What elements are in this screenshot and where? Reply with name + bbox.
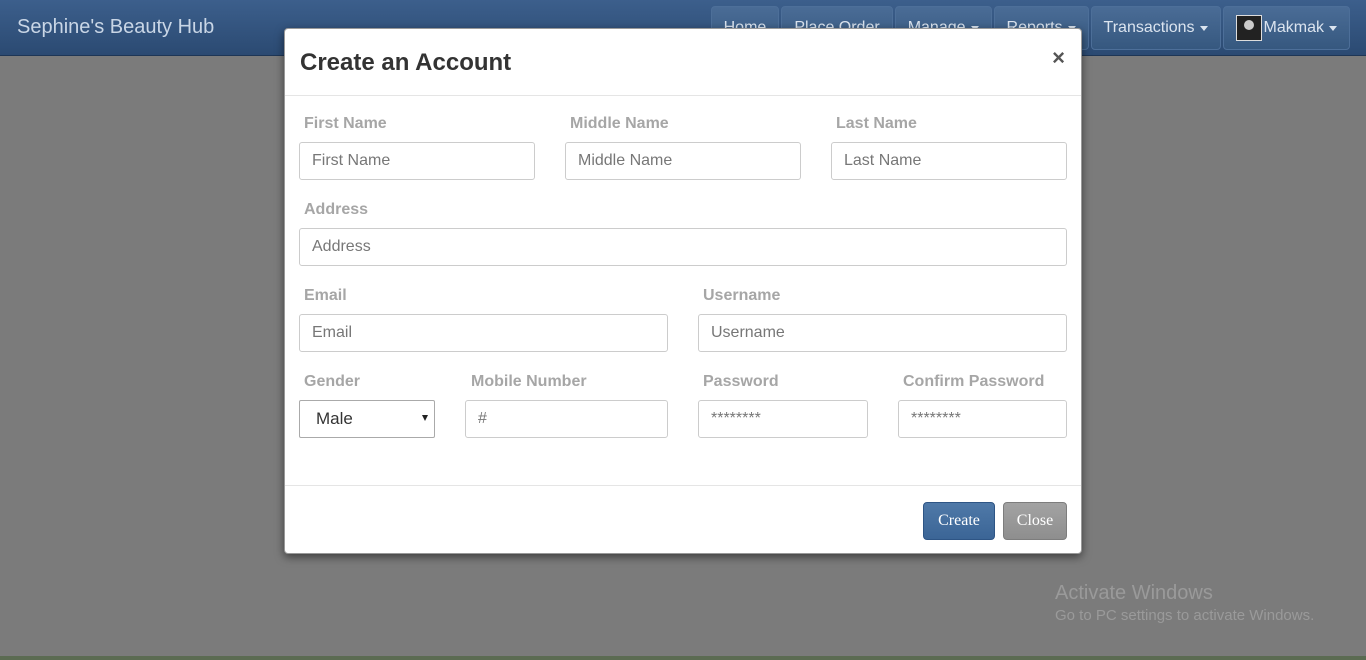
avatar — [1235, 15, 1262, 41]
modal-footer: Create Close — [285, 485, 1081, 553]
password-input[interactable] — [698, 400, 868, 438]
email-label: Email — [304, 287, 347, 304]
brand-title[interactable]: Sephine's Beauty Hub — [17, 16, 214, 39]
confirm-password-input[interactable] — [898, 400, 1067, 438]
caret-down-icon — [1199, 25, 1208, 31]
first-name-input[interactable] — [299, 142, 535, 180]
email-input[interactable] — [299, 314, 668, 352]
create-button[interactable]: Create — [923, 502, 995, 540]
last-name-label: Last Name — [836, 115, 917, 132]
nav-item-label: Transactions — [1103, 19, 1195, 36]
username-label: Username — [703, 287, 781, 304]
username-input[interactable] — [698, 314, 1067, 352]
watermark-title: Activate Windows — [1055, 582, 1213, 604]
nav-item-user[interactable]: Makmak — [1222, 6, 1350, 50]
last-name-input[interactable] — [831, 142, 1067, 180]
gender-label: Gender — [304, 373, 361, 390]
modal-title: Create an Account — [300, 49, 512, 76]
nav-item-transactions[interactable]: Transactions — [1090, 6, 1221, 50]
confirm-password-label: Confirm Password — [903, 373, 1045, 390]
caret-down-icon — [1329, 25, 1337, 31]
middle-name-input[interactable] — [565, 142, 801, 180]
password-label: Password — [703, 373, 779, 390]
close-icon[interactable]: × — [1052, 47, 1065, 69]
mobile-number-label: Mobile Number — [471, 373, 587, 390]
address-input[interactable] — [299, 228, 1067, 266]
watermark-subtitle: Go to PC settings to activate Windows. — [1055, 607, 1315, 624]
page-bottom-strip — [0, 656, 1366, 660]
address-label: Address — [304, 201, 369, 218]
user-icon — [1243, 20, 1254, 30]
first-name-label: First Name — [304, 115, 387, 132]
user-name: Makmak — [1263, 19, 1324, 36]
close-button[interactable]: Close — [1003, 502, 1067, 540]
mobile-number-input[interactable] — [465, 400, 668, 438]
modal-header: Create an Account × — [285, 29, 1081, 96]
gender-select[interactable]: Male — [299, 400, 435, 438]
gender-value: Male — [316, 409, 353, 428]
middle-name-label: Middle Name — [570, 115, 669, 132]
dropdown-arrow-icon — [422, 415, 428, 421]
create-account-modal: Create an Account × First Name Middle Na… — [284, 28, 1082, 554]
